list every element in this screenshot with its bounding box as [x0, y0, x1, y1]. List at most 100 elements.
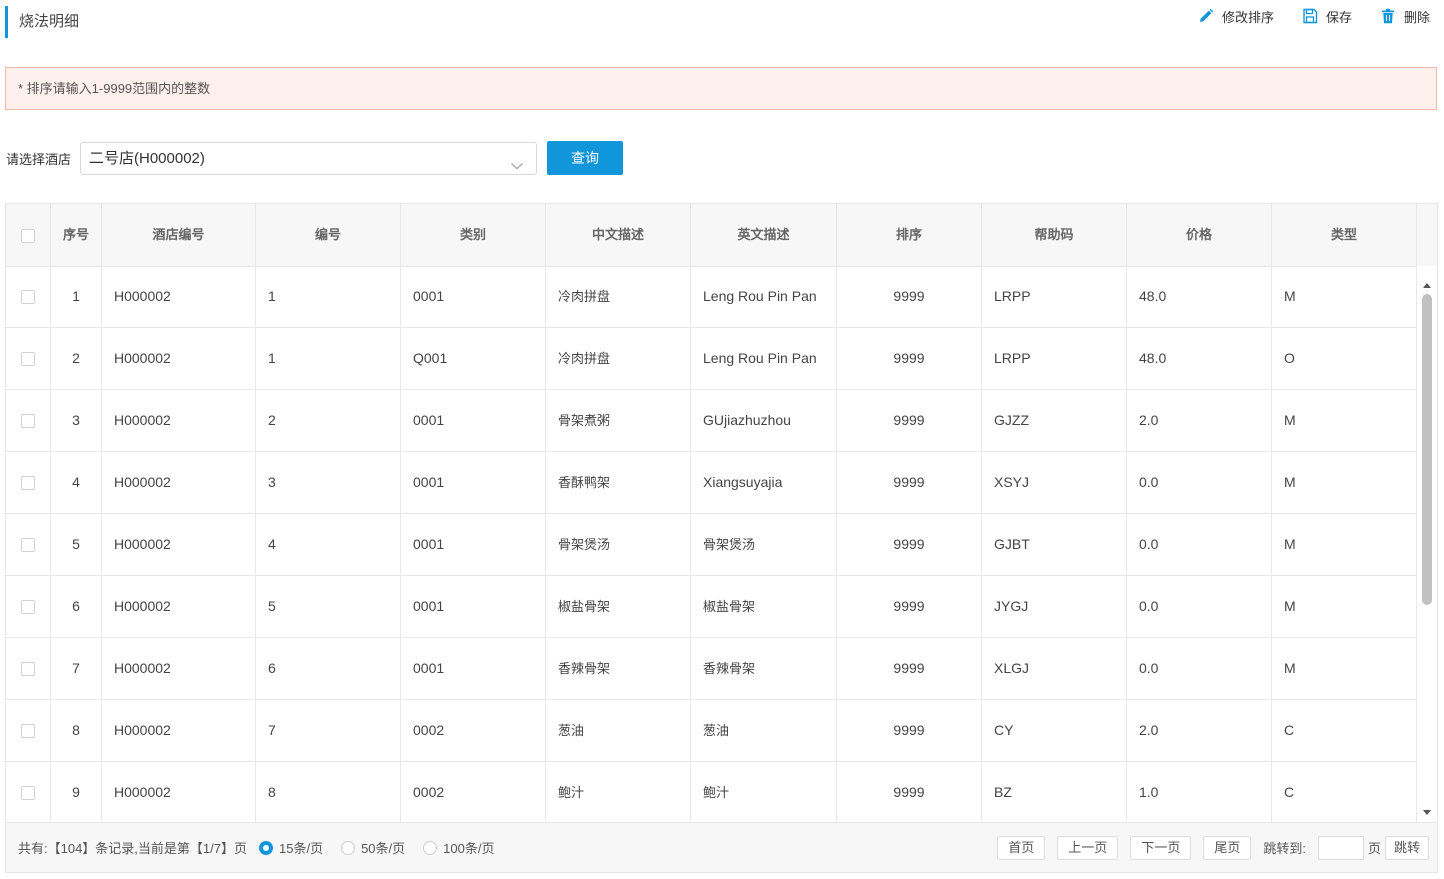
cell-english-desc: Xiangsuyajia — [691, 452, 837, 513]
cell-help-code: LRPP — [982, 266, 1127, 327]
header-hotel-code[interactable]: 酒店编号 — [102, 204, 256, 266]
header-select-all[interactable] — [6, 204, 51, 266]
table-row[interactable]: 3 H000002 2 0001 骨架煮粥 GUjiazhuzhou 9999 GJZZ 2.0… — [6, 390, 1417, 452]
cell-index: 3 — [51, 390, 102, 451]
cell-select — [6, 576, 51, 637]
modify-sort-button[interactable]: 修改排序 — [1198, 4, 1274, 28]
page-size-100[interactable]: 100条/页 — [423, 838, 494, 857]
row-checkbox[interactable] — [21, 600, 35, 615]
cell-chinese-desc: 骨架煮粥 — [546, 390, 691, 451]
header-sort[interactable]: 排序 — [837, 204, 982, 266]
cell-price: 0.0 — [1127, 638, 1272, 699]
cell-english-desc: Leng Rou Pin Pan — [691, 328, 837, 389]
table-row[interactable]: 1 H000002 1 0001 冷肉拼盘 Leng Rou Pin Pan 9999 LRP… — [6, 266, 1417, 328]
radio-icon — [341, 840, 356, 855]
cell-type: M — [1272, 452, 1417, 513]
cell-sort: 9999 — [837, 514, 982, 575]
table-row[interactable]: 8 H000002 7 0002 葱油 葱油 9999 CY 2.0 C — [6, 700, 1417, 762]
jump-group: 页 跳转 — [1317, 835, 1429, 860]
save-icon — [1302, 8, 1318, 24]
next-page-button[interactable]: 下一页 — [1130, 835, 1192, 860]
cell-sort: 9999 — [837, 328, 982, 389]
scroll-down-icon[interactable] — [1422, 804, 1432, 820]
header-chinese-desc[interactable]: 中文描述 — [546, 204, 691, 266]
row-checkbox[interactable] — [21, 662, 35, 677]
cell-help-code: JYGJ — [982, 576, 1127, 637]
page-size-15-label: 15条/页 — [279, 841, 324, 856]
cell-type: C — [1272, 700, 1417, 761]
cell-chinese-desc: 冷肉拼盘 — [546, 328, 691, 389]
cell-index: 4 — [51, 452, 102, 513]
cell-chinese-desc: 椒盐骨架 — [546, 576, 691, 637]
header-type[interactable]: 类型 — [1272, 204, 1417, 266]
row-checkbox[interactable] — [21, 786, 35, 801]
cell-english-desc: 葱油 — [691, 700, 837, 761]
cell-select — [6, 266, 51, 327]
header-index[interactable]: 序号 — [51, 204, 102, 266]
toolbar: 修改排序 保存 删除 — [1198, 4, 1430, 28]
cell-type: M — [1272, 514, 1417, 575]
header-category[interactable]: 类别 — [401, 204, 546, 266]
cell-hotel-code: H000002 — [102, 638, 256, 699]
cell-price: 0.0 — [1127, 452, 1272, 513]
cell-english-desc: 鲍汁 — [691, 762, 837, 823]
row-checkbox[interactable] — [21, 414, 35, 429]
hotel-select-value: 二号店(H000002) — [89, 149, 205, 167]
cell-chinese-desc: 香辣骨架 — [546, 638, 691, 699]
cell-select — [6, 700, 51, 761]
header-english-desc[interactable]: 英文描述 — [691, 204, 837, 266]
page-unit-label: 页 — [1367, 841, 1381, 856]
cell-category: 0001 — [401, 576, 546, 637]
cell-type: M — [1272, 638, 1417, 699]
cell-hotel-code: H000002 — [102, 390, 256, 451]
row-checkbox[interactable] — [21, 538, 35, 553]
cell-chinese-desc: 葱油 — [546, 700, 691, 761]
page-size-50-label: 50条/页 — [361, 841, 406, 856]
row-checkbox[interactable] — [21, 476, 35, 491]
save-button[interactable]: 保存 — [1302, 4, 1352, 28]
scrollbar-thumb[interactable] — [1422, 294, 1432, 605]
cell-english-desc: 椒盐骨架 — [691, 576, 837, 637]
cell-type: M — [1272, 576, 1417, 637]
table-row[interactable]: 5 H000002 4 0001 骨架煲汤 骨架煲汤 9999 GJBT 0.0 M — [6, 514, 1417, 576]
cell-help-code: XLGJ — [982, 638, 1127, 699]
header-help-code[interactable]: 帮助码 — [982, 204, 1127, 266]
row-checkbox[interactable] — [21, 352, 35, 367]
cell-price: 0.0 — [1127, 514, 1272, 575]
table-row[interactable]: 9 H000002 8 0002 鲍汁 鲍汁 9999 BZ 1.0 C — [6, 762, 1417, 824]
table-row[interactable]: 7 H000002 6 0001 香辣骨架 香辣骨架 9999 XLGJ 0.0 M — [6, 638, 1417, 700]
last-page-button[interactable]: 尾页 — [1203, 835, 1252, 860]
query-button[interactable]: 查询 — [547, 141, 624, 175]
delete-button[interactable]: 删除 — [1380, 4, 1430, 28]
jump-button[interactable]: 跳转 — [1384, 835, 1429, 860]
row-checkbox[interactable] — [21, 724, 35, 739]
cell-category: 0001 — [401, 638, 546, 699]
page-size-50[interactable]: 50条/页 — [341, 838, 405, 857]
cell-english-desc: GUjiazhuzhou — [691, 390, 837, 451]
hotel-select[interactable]: 二号店(H000002) — [80, 141, 538, 175]
table-row[interactable]: 2 H000002 1 Q001 冷肉拼盘 Leng Rou Pin Pan 9999 LRP… — [6, 328, 1417, 390]
jump-page-input[interactable] — [1317, 835, 1364, 860]
cell-help-code: GJBT — [982, 514, 1127, 575]
cell-type: C — [1272, 762, 1417, 823]
hotel-select-label: 请选择酒店 — [6, 151, 72, 167]
pencil-icon — [1198, 8, 1214, 24]
table-row[interactable]: 4 H000002 3 0001 香酥鸭架 Xiangsuyajia 9999 XSYJ 0.0… — [6, 452, 1417, 514]
modify-sort-label: 修改排序 — [1221, 9, 1274, 25]
table-row[interactable]: 6 H000002 5 0001 椒盐骨架 椒盐骨架 9999 JYGJ 0.0 M — [6, 576, 1417, 638]
cell-hotel-code: H000002 — [102, 452, 256, 513]
cell-index: 2 — [51, 328, 102, 389]
cell-code: 1 — [256, 328, 401, 389]
scroll-up-icon[interactable] — [1422, 276, 1432, 292]
first-page-button[interactable]: 首页 — [997, 835, 1046, 860]
row-checkbox[interactable] — [21, 290, 35, 305]
header-code[interactable]: 编号 — [256, 204, 401, 266]
prev-page-button[interactable]: 上一页 — [1057, 835, 1119, 860]
header-price[interactable]: 价格 — [1127, 204, 1272, 266]
cell-select — [6, 452, 51, 513]
select-all-checkbox[interactable] — [21, 228, 35, 243]
table-scrollbar[interactable] — [1417, 266, 1437, 824]
cell-hotel-code: H000002 — [102, 576, 256, 637]
page-size-15[interactable]: 15条/页 — [259, 838, 323, 857]
table-footer: 共有:【104】条记录,当前是第【1/7】页 15条/页 50条/页 100条/… — [6, 822, 1437, 872]
